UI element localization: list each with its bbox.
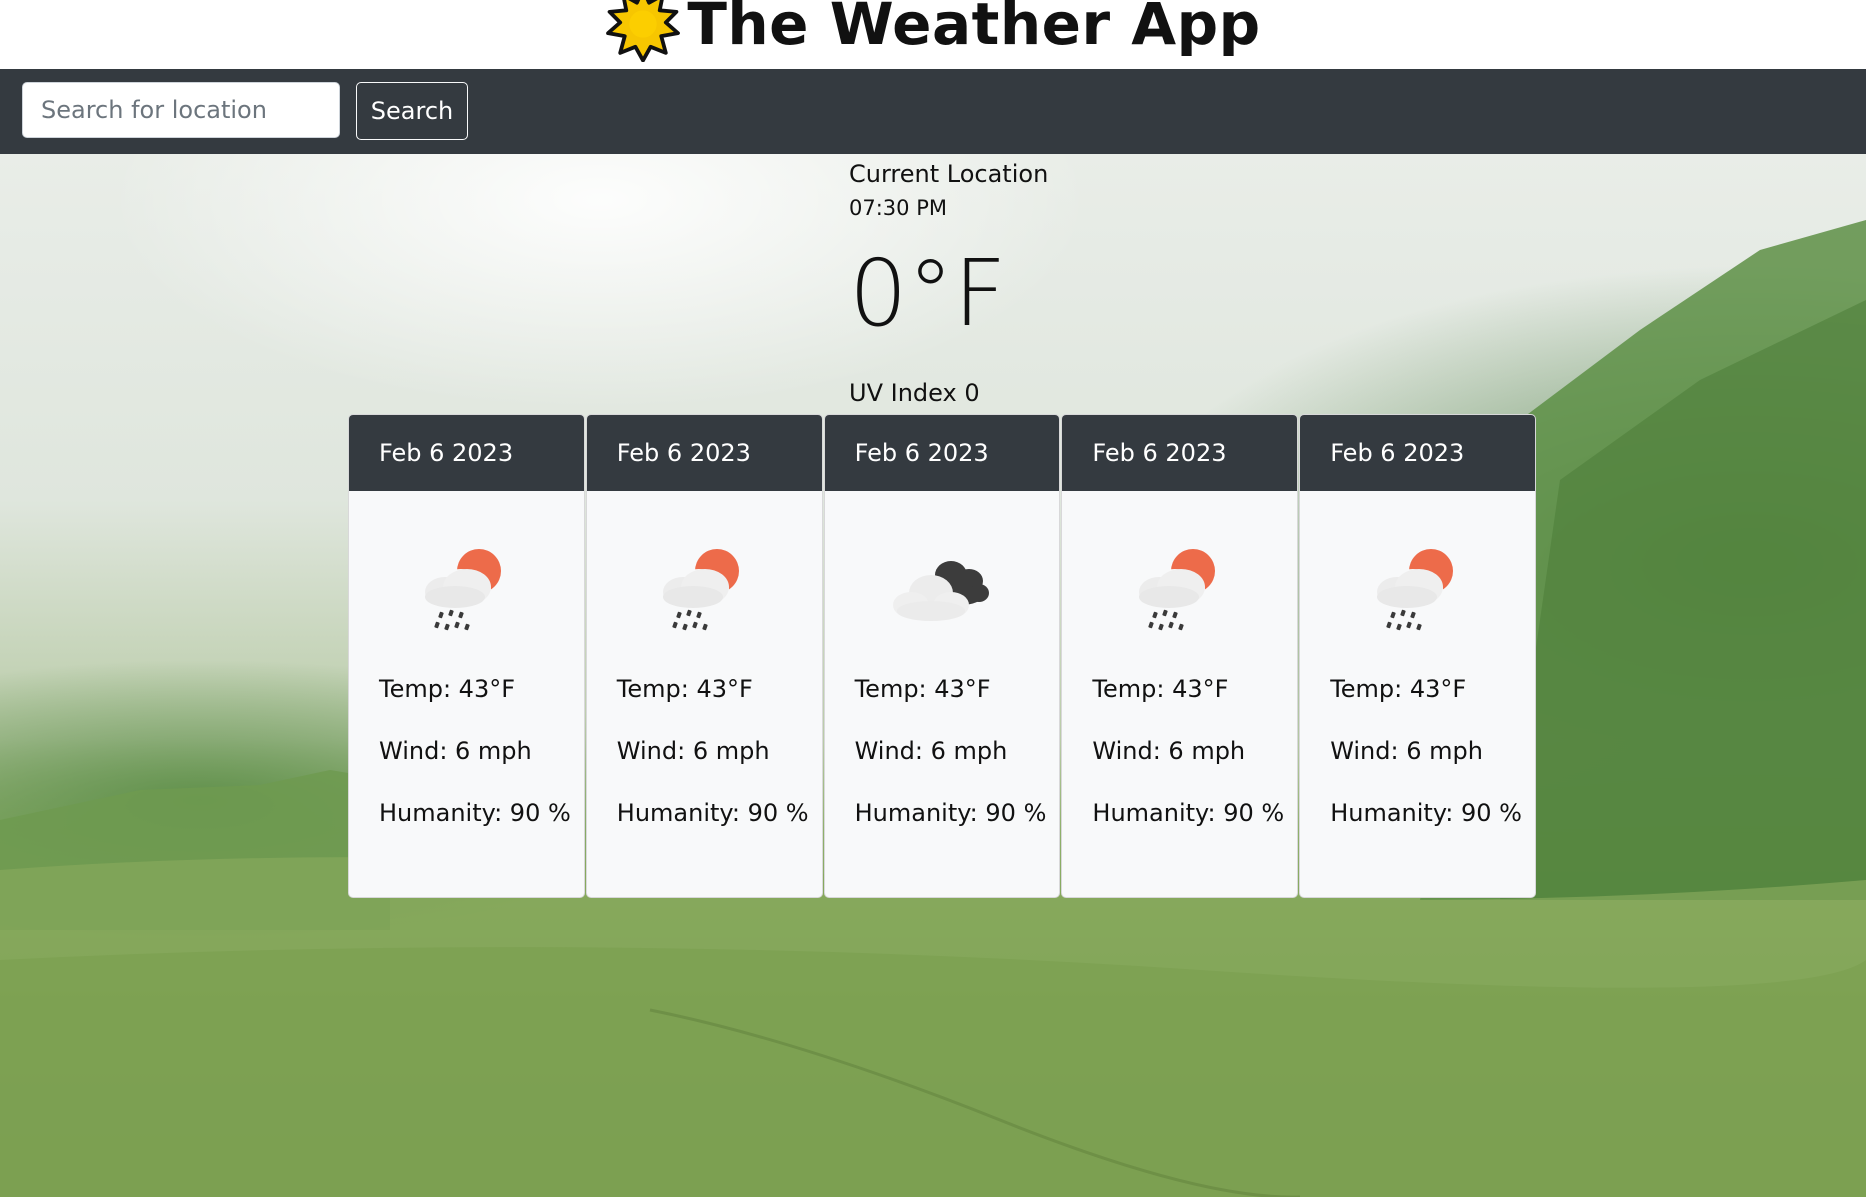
forecast-card: Feb 6 2023 Temp: 43°F Wind: 6 mph Humani… — [1061, 414, 1299, 898]
forecast-temp: Temp: 43°F — [1092, 675, 1229, 703]
forecast-date: Feb 6 2023 — [824, 415, 1060, 491]
forecast-temp: Temp: 43°F — [1330, 675, 1467, 703]
forecast-wind: Wind: 6 mph — [1330, 737, 1483, 765]
forecast-temp: Temp: 43°F — [379, 675, 516, 703]
rain-night-icon — [425, 549, 502, 631]
forecast-date: Feb 6 2023 — [1062, 415, 1298, 491]
rain-night-icon — [1138, 549, 1215, 631]
weather-app-page: The Weather App Search Current Location … — [0, 0, 1866, 1197]
forecast-date: Feb 6 2023 — [349, 415, 584, 491]
current-weather: Current Location 07:30 PM 0°F UV Index 0 — [849, 158, 1249, 409]
search-input[interactable] — [22, 82, 340, 138]
search-button[interactable]: Search — [356, 82, 468, 140]
page-title: The Weather App — [605, 0, 1260, 62]
forecast-humidity: Humanity: 90 % — [854, 799, 1047, 827]
uv-index: UV Index 0 — [849, 379, 980, 407]
forecast-card: Feb 6 2023 Temp: 43°F Wind: 6 mph Humani… — [823, 414, 1061, 898]
forecast-temp: Temp: 43°F — [854, 675, 991, 703]
forecast-humidity: Humanity: 90 % — [379, 799, 571, 827]
cloudy-icon — [892, 561, 989, 621]
forecast-date: Feb 6 2023 — [586, 415, 822, 491]
search-navbar: Search — [0, 69, 1866, 154]
forecast-card: Feb 6 2023 Temp: 43°F Wind: 6 mph Humani… — [348, 414, 585, 898]
forecast-card: Feb 6 2023 Temp: 43°F Wind: 6 mph Humani… — [585, 414, 823, 898]
forecast-wind: Wind: 6 mph — [1092, 737, 1246, 765]
forecast-humidity: Humanity: 90 % — [616, 799, 809, 827]
forecast-wind: Wind: 6 mph — [854, 737, 1008, 765]
current-temperature: 0°F — [849, 240, 1007, 347]
forecast-humidity: Humanity: 90 % — [1330, 799, 1522, 827]
forecast-temp: Temp: 43°F — [616, 675, 753, 703]
forecast-wind: Wind: 6 mph — [379, 737, 532, 765]
forecast-wind: Wind: 6 mph — [616, 737, 770, 765]
current-time: 07:30 PM — [849, 196, 947, 220]
current-location: Current Location — [849, 160, 1049, 188]
sun-icon — [606, 0, 681, 62]
forecast-date: Feb 6 2023 — [1300, 415, 1535, 491]
rain-night-icon — [663, 549, 740, 631]
forecast-cards: Feb 6 2023 Temp: 43°F Wind: 6 mph Humani… — [348, 414, 1536, 898]
app-title-text: The Weather App — [687, 0, 1261, 58]
title-bar: The Weather App — [0, 0, 1866, 69]
rain-night-icon — [1376, 549, 1453, 631]
forecast-humidity: Humanity: 90 % — [1092, 799, 1285, 827]
forecast-card: Feb 6 2023 Temp: 43°F Wind: 6 mph Humani… — [1299, 414, 1536, 898]
